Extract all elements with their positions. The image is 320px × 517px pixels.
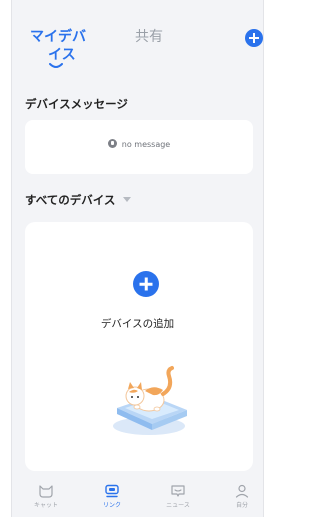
tab-my-devices[interactable]: マイデバ イス xyxy=(30,28,100,64)
tab-my-devices-label-line2: イス xyxy=(48,47,76,63)
nav-item-link[interactable]: リンク xyxy=(87,484,137,509)
empty-message: no message xyxy=(25,139,253,149)
news-icon xyxy=(171,485,185,497)
tab-share[interactable]: 共有 xyxy=(135,28,163,46)
nav-label-link: リンク xyxy=(102,502,121,509)
all-devices-label: すべてのデバイス xyxy=(25,193,116,207)
add-device-label: デバイスの追加 xyxy=(100,318,175,330)
nav-item-me[interactable]: 自分 xyxy=(217,484,263,509)
app-screen: マイデバ イス 共有 デバイスメッセージ no message すべてのデバイス… xyxy=(11,0,264,517)
cat-icon xyxy=(39,485,53,498)
all-devices-title[interactable]: すべてのデバイス xyxy=(25,192,132,208)
nav-item-cat[interactable]: キャット xyxy=(21,484,71,509)
info-icon xyxy=(107,139,117,148)
nav-label-news: ニュース xyxy=(166,502,190,509)
no-message-text: no message xyxy=(121,140,171,149)
device-messages-title: デバイスメッセージ xyxy=(25,97,128,111)
dropdown-caret-icon xyxy=(123,197,132,202)
nav-label-cat: キャット xyxy=(33,502,58,509)
cat-on-scale-illustration xyxy=(113,366,187,435)
active-tab-indicator xyxy=(49,63,63,68)
add-device-top-button[interactable] xyxy=(245,29,263,47)
nav-item-news[interactable]: ニュース xyxy=(153,484,203,509)
add-device-button[interactable] xyxy=(133,271,159,297)
device-link-icon xyxy=(105,484,119,498)
device-messages-card: no message xyxy=(25,120,253,174)
user-icon xyxy=(235,484,249,498)
tab-my-devices-label-line1: マイデバ xyxy=(30,29,86,45)
nav-label-me: 自分 xyxy=(235,502,248,509)
